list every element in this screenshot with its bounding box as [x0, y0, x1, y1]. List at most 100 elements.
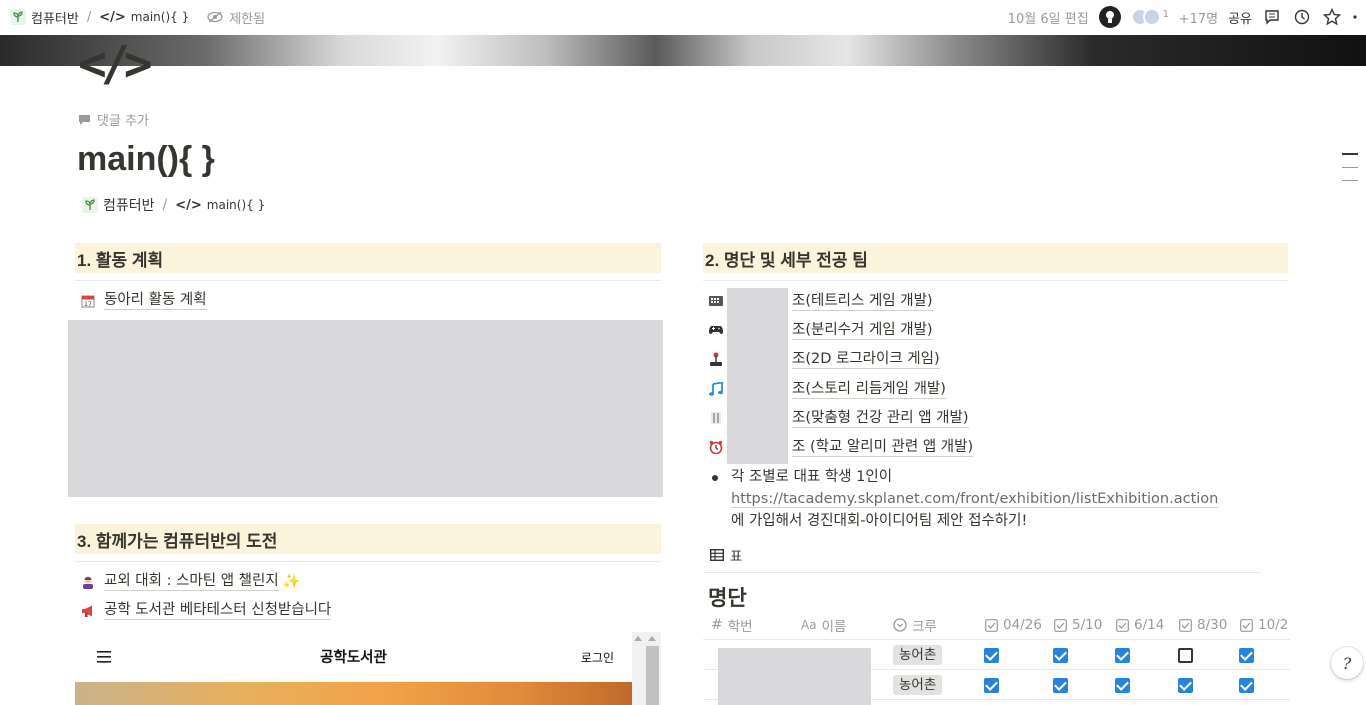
last-edited: 10월 6일 편집	[1007, 11, 1089, 27]
crew-tag[interactable]: 농어촌	[893, 645, 943, 665]
column-header-date[interactable]: 10/2	[1240, 612, 1290, 638]
attendance-checkbox[interactable]	[1053, 678, 1068, 693]
scrollbar[interactable]	[632, 632, 661, 705]
attendance-checkbox[interactable]	[1115, 648, 1130, 663]
gamepad-icon	[708, 322, 724, 338]
embed-login-button[interactable]: 로그인	[581, 649, 614, 666]
megaphone-icon	[80, 603, 96, 619]
divider	[703, 280, 1288, 281]
redacted-names	[727, 288, 788, 464]
column-header-date[interactable]: 6/14	[1116, 612, 1164, 638]
column-header-date[interactable]: 5/10	[1054, 612, 1102, 638]
code-icon: </>	[175, 197, 202, 213]
comment-icon	[79, 114, 90, 125]
breadcrumb-workspace[interactable]: 컴퓨터반	[78, 193, 159, 217]
share-button[interactable]: 공유	[1228, 8, 1252, 27]
column-header-id[interactable]: # 학번	[711, 612, 753, 638]
column-header-label: 6/14	[1134, 617, 1165, 633]
attendance-checkbox[interactable]	[984, 648, 999, 663]
bullet-line: 각 조별로 대표 학생 1인이	[731, 469, 893, 485]
checkbox-icon	[985, 618, 998, 632]
avatar	[1142, 8, 1161, 26]
top-bar: 컴퓨터반 / </> main(){ } 제한됨 10월 6일 편집 1 +17…	[0, 0, 1366, 34]
team-label: 조 (학교 알리미 관련 앱 개발)	[792, 438, 974, 457]
avatar[interactable]	[1098, 6, 1121, 28]
checkbox-icon	[1054, 618, 1067, 632]
activity-plan-link[interactable]: 17 동아리 활동 계획	[80, 291, 207, 310]
comment-icon[interactable]	[1262, 7, 1282, 27]
column-header-label: 04/26	[1003, 617, 1042, 633]
attendance-checkbox[interactable]	[984, 678, 999, 693]
music-note-icon	[708, 381, 724, 397]
scroll-up-icon[interactable]	[634, 635, 642, 641]
help-button[interactable]: ?	[1331, 647, 1363, 679]
page-title[interactable]: main(){ }	[77, 140, 215, 179]
image-placeholder	[68, 320, 663, 497]
code-icon[interactable]: </>	[78, 36, 153, 92]
challenge-link-contest[interactable]: 교외 대회 : 스마틴 앱 챌린지 ✨	[80, 572, 301, 591]
more-icon[interactable]	[1352, 7, 1358, 27]
breadcrumb-page-label: main(){ }	[130, 10, 190, 24]
library-embed[interactable]: 공학도서관 로그인	[75, 632, 661, 705]
crew-tag[interactable]: 농어촌	[893, 675, 943, 695]
text-icon: Aa	[801, 618, 817, 632]
column-header-crew[interactable]: 크루	[893, 612, 937, 638]
divider	[703, 572, 1260, 573]
eye-slash-icon	[207, 11, 223, 23]
clock-icon[interactable]	[1292, 7, 1312, 27]
person-icon	[80, 574, 96, 590]
checkbox-icon	[1116, 618, 1129, 632]
extra-members[interactable]: +17명	[1179, 8, 1218, 27]
table-of-contents[interactable]	[1342, 153, 1358, 193]
challenge-label-beta: 공학 도서관 베타테스터 신청받습니다	[104, 602, 332, 620]
team-label: 조(분리수거 게임 개발)	[792, 321, 933, 340]
attendance-checkbox[interactable]	[1239, 678, 1254, 693]
attendance-checkbox[interactable]	[1115, 678, 1130, 693]
scrollbar-thumb[interactable]	[646, 646, 659, 705]
breadcrumb-separator: /	[162, 197, 168, 213]
attendance-checkbox[interactable]	[1053, 648, 1068, 663]
attendance-checkbox[interactable]	[1239, 648, 1254, 663]
column-header-label: 학번	[727, 619, 753, 635]
section-heading-challenge: 3. 함께가는 컴퓨터반의 도전	[75, 524, 661, 554]
section-heading-activity: 1. 활동 계획	[75, 243, 661, 273]
bullet-line: 에 가입해서 경진대회-아이디어팀 제안 접수하기!	[731, 513, 1028, 529]
breadcrumb-page[interactable]: </> main(){ }	[95, 8, 193, 27]
team-label: 조(2D 로그라이크 게임)	[792, 350, 940, 369]
challenge-link-beta[interactable]: 공학 도서관 베타테스터 신청받습니다	[80, 601, 332, 620]
table-view-tab[interactable]: 표	[710, 545, 742, 565]
attendance-checkbox[interactable]	[1178, 648, 1193, 663]
column-header-name[interactable]: Aa 이름	[801, 612, 846, 638]
external-link[interactable]: https://tacademy.skplanet.com/front/exhi…	[731, 491, 1219, 508]
hash-icon: #	[711, 617, 723, 633]
breadcrumb-separator: /	[86, 9, 92, 25]
access-status[interactable]: 제한됨	[207, 8, 265, 27]
scroll-up-icon[interactable]	[648, 635, 656, 641]
star-icon[interactable]	[1322, 7, 1342, 27]
breadcrumb: 컴퓨터반 / </> main(){ }	[78, 193, 269, 217]
breadcrumb-page[interactable]: </> main(){ }	[171, 196, 269, 215]
code-icon: </>	[99, 9, 126, 25]
fork-knife-icon	[708, 410, 724, 426]
breadcrumb-workspace[interactable]: 컴퓨터반	[6, 6, 83, 29]
cover-image[interactable]	[0, 35, 1366, 66]
tetris-icon	[708, 293, 724, 309]
embed-banner-image	[75, 682, 632, 705]
database-title[interactable]: 명단	[708, 582, 747, 612]
breadcrumb-page-label: main(){ }	[206, 198, 266, 212]
alarm-clock-icon	[708, 439, 724, 455]
sprout-icon	[82, 197, 98, 213]
breadcrumb: 컴퓨터반 / </> main(){ } 제한됨	[0, 6, 265, 29]
add-comment-button[interactable]: 댓글 추가	[78, 110, 149, 129]
column-header-label: 크루	[912, 619, 937, 635]
column-header-label: 5/10	[1072, 617, 1103, 633]
select-icon	[893, 618, 907, 632]
divider	[75, 561, 661, 562]
svg-text:17: 17	[84, 301, 92, 308]
checkbox-icon	[1179, 618, 1192, 632]
attendance-checkbox[interactable]	[1178, 678, 1193, 693]
column-header-date[interactable]: 04/26	[985, 612, 1042, 638]
table-view-label: 표	[730, 549, 743, 565]
column-header-date[interactable]: 8/30	[1179, 612, 1227, 638]
bullet-text: 각 조별로 대표 학생 1인이 https://tacademy.skplane…	[731, 466, 1219, 532]
